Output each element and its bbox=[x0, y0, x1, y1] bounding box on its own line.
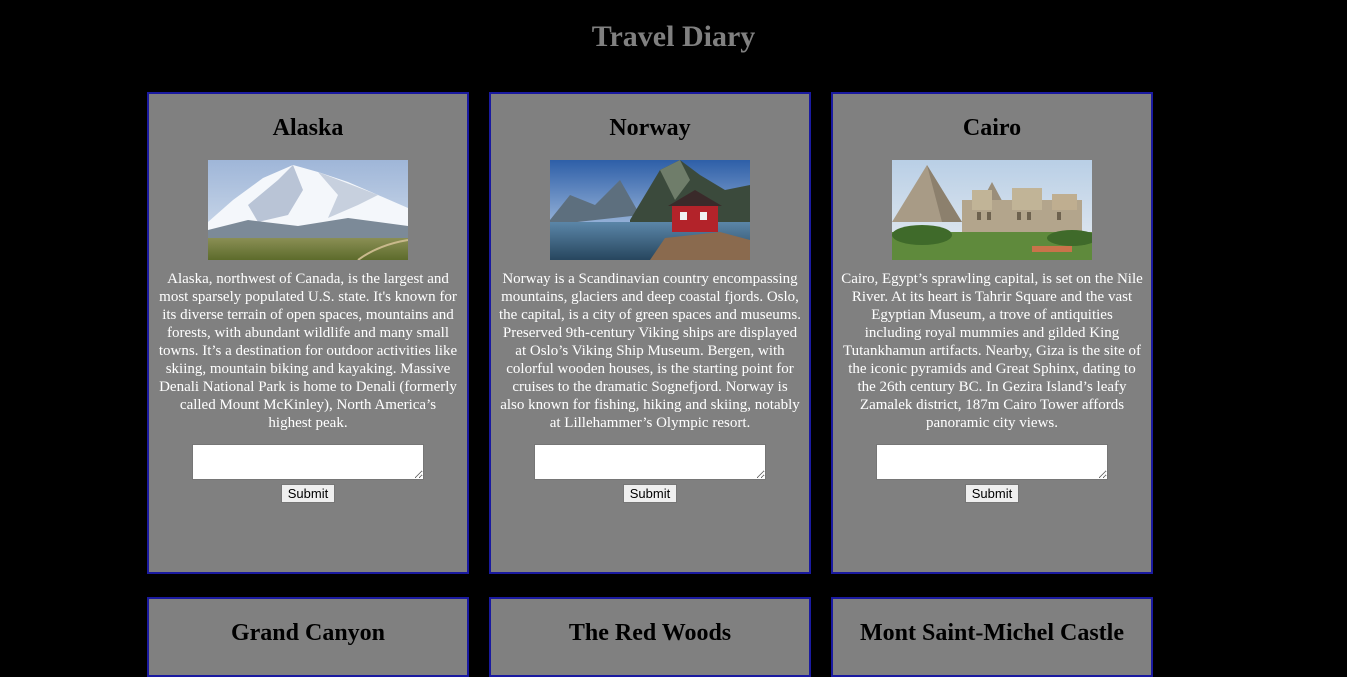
destination-card-norway: Norway Norway is a Scandinavian country … bbox=[489, 92, 811, 574]
norway-fjord-photo bbox=[550, 160, 750, 260]
submit-button[interactable]: Submit bbox=[622, 484, 678, 503]
card-title: Cairo bbox=[962, 115, 1022, 141]
submit-button[interactable]: Submit bbox=[280, 484, 336, 503]
card-description: Alaska, northwest of Canada, is the larg… bbox=[158, 271, 458, 431]
alaska-mountain-photo bbox=[208, 160, 408, 260]
card-title: Grand Canyon bbox=[230, 620, 386, 646]
card-title: The Red Woods bbox=[568, 620, 732, 646]
submit-button[interactable]: Submit bbox=[964, 484, 1020, 503]
destination-card-alaska: Alaska Alaska, northwest of Canada, is t… bbox=[147, 92, 469, 574]
page-title: Travel Diary bbox=[591, 20, 756, 53]
destination-card-mont-saint-michel: Mont Saint-Michel Castle bbox=[831, 597, 1153, 677]
destination-card-cairo: Cairo Cairo, Egypt’s sprawling capital, … bbox=[831, 92, 1153, 574]
diary-entry-textarea[interactable] bbox=[876, 444, 1108, 480]
card-title: Alaska bbox=[272, 115, 344, 141]
cairo-pyramids-photo bbox=[892, 160, 1092, 260]
card-title: Norway bbox=[609, 115, 691, 141]
destination-card-red-woods: The Red Woods bbox=[489, 597, 811, 677]
destination-card-grand-canyon: Grand Canyon bbox=[147, 597, 469, 677]
diary-entry-textarea[interactable] bbox=[534, 444, 766, 480]
card-description: Cairo, Egypt’s sprawling capital, is set… bbox=[841, 271, 1143, 431]
card-title: Mont Saint-Michel Castle bbox=[860, 620, 1124, 646]
card-description: Norway is a Scandinavian country encompa… bbox=[499, 271, 801, 431]
diary-entry-textarea[interactable] bbox=[192, 444, 424, 480]
